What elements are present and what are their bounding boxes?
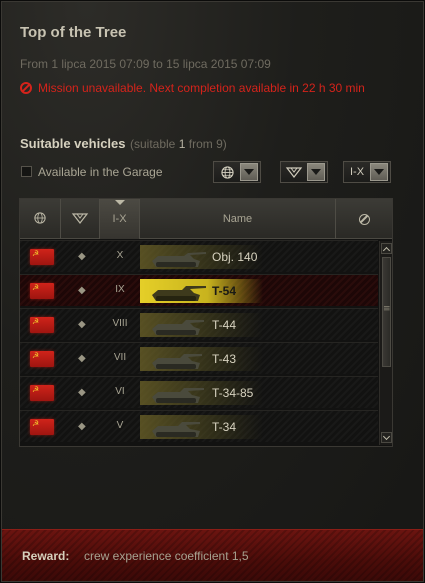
ussr-flag-icon <box>30 419 54 435</box>
reward-band: Reward: crew experience coefficient 1,5 <box>2 529 423 581</box>
warning-icon <box>20 82 32 94</box>
row-tier: VIII <box>112 318 128 329</box>
row-name: T-34 <box>212 420 237 434</box>
vehicle-type-icon <box>281 162 307 182</box>
column-tier[interactable]: I-X <box>100 199 140 239</box>
row-tier: X <box>116 250 124 261</box>
garage-checkbox-label[interactable]: Available in the Garage <box>38 165 163 179</box>
mission-title: Top of the Tree <box>20 24 127 41</box>
tank-silhouette <box>148 417 212 441</box>
column-nation[interactable] <box>20 199 61 239</box>
row-name: T-44 <box>212 318 237 332</box>
vehicle-type-icon <box>71 212 89 227</box>
warning-text: Mission unavailable. Next completion ava… <box>38 81 365 95</box>
tier-filter-dropdown[interactable]: I-X <box>343 161 391 183</box>
medium-tank-icon: ◆ <box>78 285 86 296</box>
vehicles-table: I-X Name ◆ X Obj. 140 ◆ IX <box>19 198 393 447</box>
chevron-down-icon[interactable] <box>307 163 325 181</box>
globe-icon <box>214 162 240 182</box>
chevron-down-icon[interactable] <box>370 163 388 181</box>
row-tier: IX <box>115 284 125 295</box>
medium-tank-icon: ◆ <box>78 251 86 262</box>
count-prefix: (suitable <box>130 137 176 151</box>
no-entry-icon <box>358 213 370 225</box>
row-tier: VII <box>113 352 127 363</box>
tank-silhouette <box>148 383 212 407</box>
suitable-vehicles-heading: Suitable vehicles <box>20 136 126 151</box>
tank-silhouette <box>148 281 212 305</box>
table-row[interactable]: ◆ VIII T-44 <box>20 308 378 340</box>
mission-warning: Mission unavailable. Next completion ava… <box>20 81 365 95</box>
reward-label: Reward: <box>22 549 70 563</box>
mission-period: From 1 lipca 2015 07:09 to 15 lipca 2015… <box>20 57 271 71</box>
medium-tank-icon: ◆ <box>78 387 86 398</box>
medium-tank-icon: ◆ <box>78 421 86 432</box>
type-filter-dropdown[interactable] <box>280 161 328 183</box>
ussr-flag-icon <box>30 283 54 299</box>
vehicle-rows: ◆ X Obj. 140 ◆ IX T-54 ◆ <box>20 240 378 445</box>
table-row[interactable]: ◆ VII T-43 <box>20 342 378 374</box>
table-row[interactable]: ◆ V T-34 <box>20 410 378 442</box>
row-tier: VI <box>115 386 125 397</box>
ussr-flag-icon <box>30 351 54 367</box>
nation-filter-dropdown[interactable] <box>213 161 261 183</box>
column-type[interactable] <box>61 199 100 239</box>
chevron-down-icon[interactable] <box>240 163 258 181</box>
tank-silhouette <box>148 315 212 339</box>
table-row[interactable]: ◆ IX T-54 <box>20 274 378 306</box>
ussr-flag-icon <box>30 385 54 401</box>
tank-silhouette <box>148 349 212 373</box>
suitable-vehicles-count: (suitable 1 from 9) <box>130 137 227 151</box>
tier-filter-label: I-X <box>349 166 365 178</box>
table-header: I-X Name <box>20 199 392 239</box>
reward-value: crew experience coefficient 1,5 <box>84 549 249 563</box>
ussr-flag-icon <box>30 317 54 333</box>
row-name: Obj. 140 <box>212 250 258 264</box>
table-row[interactable]: ◆ X Obj. 140 <box>20 240 378 272</box>
mission-window: Top of the Tree From 1 lipca 2015 07:09 … <box>1 1 424 582</box>
column-name[interactable]: Name <box>140 199 336 239</box>
table-row[interactable]: ◆ VI T-34-85 <box>20 376 378 408</box>
count-suffix: from 9) <box>188 137 227 151</box>
vertical-scrollbar[interactable] <box>379 241 392 445</box>
count-value: 1 <box>178 137 186 151</box>
tank-silhouette <box>148 247 212 271</box>
column-availability[interactable] <box>336 199 392 239</box>
row-tier: V <box>116 420 124 431</box>
row-name: T-43 <box>212 352 237 366</box>
row-name: T-54 <box>212 284 237 298</box>
row-name: T-34-85 <box>212 386 254 400</box>
medium-tank-icon: ◆ <box>78 353 86 364</box>
medium-tank-icon: ◆ <box>78 319 86 330</box>
globe-icon <box>34 211 46 227</box>
ussr-flag-icon <box>30 249 54 265</box>
garage-checkbox[interactable] <box>21 166 32 177</box>
scroll-thumb[interactable] <box>382 257 391 367</box>
scroll-down-button[interactable] <box>381 432 392 443</box>
scroll-up-button[interactable] <box>381 243 392 254</box>
